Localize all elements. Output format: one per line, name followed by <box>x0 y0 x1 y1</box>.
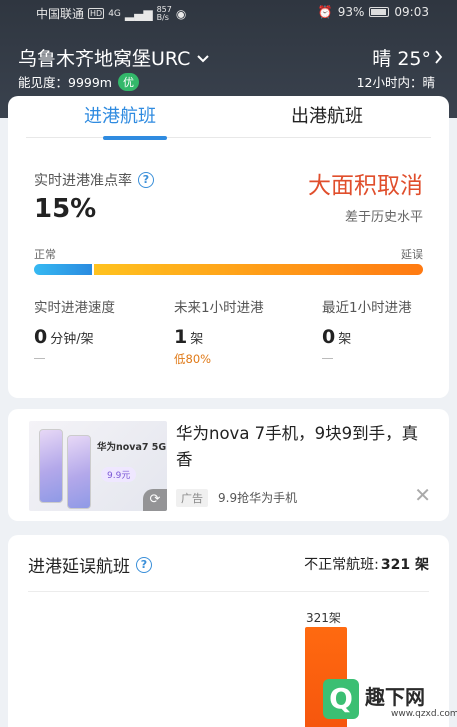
airport-selector[interactable]: 乌鲁木齐地窝堡URC <box>18 44 210 71</box>
stat-value: 1架 <box>174 326 204 348</box>
status-bar: 中国联通 HD 4G ▂▄▆ 857 B/s ◉ ⏰ 93% 09:03 <box>0 0 457 26</box>
chevron-down-icon <box>196 47 210 69</box>
delay-title: 进港延误航班 ? <box>28 552 152 577</box>
hd-icon: HD <box>88 8 105 19</box>
punctuality-bar <box>34 264 423 275</box>
phone-image <box>67 435 91 509</box>
signal-icon: 4G <box>108 8 121 19</box>
net-speed: 857 B/s <box>156 4 172 22</box>
punctuality-bar-delay <box>94 264 423 275</box>
ad-image-brand: 华为nova7 5G <box>97 442 167 453</box>
stat-value: 0 分钟/架 <box>34 326 94 348</box>
stat-next-hour: 未来1小时进港 1架 低80% <box>174 296 264 367</box>
stat-last-hour: 最近1小时进港 0架 <box>322 296 412 359</box>
delay-bar-label: 321架 <box>306 611 341 625</box>
stat-change: 低80% <box>174 352 212 366</box>
visibility-info: 能见度：9999m 优 <box>18 72 139 91</box>
ad-card[interactable]: 华为nova7 5G 9.9元 ⟳ 华为nova 7手机，9块9到手，真香 广告… <box>8 409 449 521</box>
weather-text: 晴 25° <box>372 48 431 70</box>
punctuality-label: 实时进港准点率 ? <box>34 170 154 190</box>
battery-icon <box>369 7 390 17</box>
close-icon[interactable]: ✕ <box>414 483 431 507</box>
visibility-text: 能见度：9999m <box>18 75 112 90</box>
tab-departures[interactable]: 出港航班 <box>291 102 363 128</box>
scale-label-delay: 延误 <box>401 248 423 261</box>
active-tab-indicator <box>103 136 167 140</box>
ad-tag: 广告 <box>176 489 208 507</box>
refresh-icon[interactable]: ⟳ <box>143 489 167 511</box>
status-comparison: 差于历史水平 <box>344 210 423 225</box>
ad-title[interactable]: 华为nova 7手机，9块9到手，真香 <box>176 421 431 473</box>
stat-value: 0架 <box>322 326 352 348</box>
help-icon[interactable]: ? <box>136 556 152 573</box>
forecast-text: 12小时内：晴 <box>356 75 435 90</box>
punctuality-value: 15% <box>34 194 97 224</box>
battery-percent: 93% <box>337 5 365 19</box>
status-headline: 大面积取消 <box>308 173 423 199</box>
watermark-logo-icon: Q <box>323 679 359 719</box>
phone-image <box>39 429 63 503</box>
help-icon[interactable]: ? <box>138 172 154 188</box>
tab-arrivals[interactable]: 进港航班 <box>84 102 156 128</box>
air-quality-badge: 优 <box>118 72 139 91</box>
ad-subtitle: 9.9抢华为手机 <box>218 491 298 505</box>
stat-label: 最近1小时进港 <box>322 300 412 316</box>
chart-gridline <box>28 591 429 592</box>
stat-label: 未来1小时进港 <box>174 300 264 316</box>
signal-bars-icon: ▂▄▆ <box>124 6 153 21</box>
stat-label: 实时进港速度 <box>34 300 115 316</box>
ad-image-price: 9.9元 <box>101 467 137 482</box>
flight-status-card: 进港航班 出港航班 实时进港准点率 ? 15% 大面积取消 差于历史水平 正常 … <box>8 96 449 398</box>
clock: 09:03 <box>394 5 429 19</box>
watermark-url: www.qzxd.com <box>391 709 457 719</box>
carrier-name: 中国联通 <box>36 7 85 21</box>
watermark: Q 趣下网 www.qzxd.com <box>307 677 457 727</box>
flight-tabs: 进港航班 出港航班 <box>26 96 431 140</box>
watermark-text: 趣下网 <box>365 685 425 709</box>
stat-divider <box>34 358 45 359</box>
scale-label-normal: 正常 <box>34 248 56 261</box>
chevron-right-icon <box>435 47 443 69</box>
weather-link[interactable]: 晴 25° <box>372 44 443 71</box>
ad-image[interactable]: 华为nova7 5G 9.9元 ⟳ <box>29 421 167 511</box>
airport-name: 乌鲁木齐地窝堡URC <box>18 48 191 70</box>
punctuality-bar-normal <box>34 264 92 275</box>
abnormal-flight-count: 不正常航班: 321 架 <box>304 557 429 573</box>
stat-arrival-speed: 实时进港速度 0 分钟/架 <box>34 296 115 359</box>
alarm-icon: ⏰ <box>317 5 333 19</box>
stat-divider <box>322 358 333 359</box>
wifi-icon: ◉ <box>175 6 187 21</box>
